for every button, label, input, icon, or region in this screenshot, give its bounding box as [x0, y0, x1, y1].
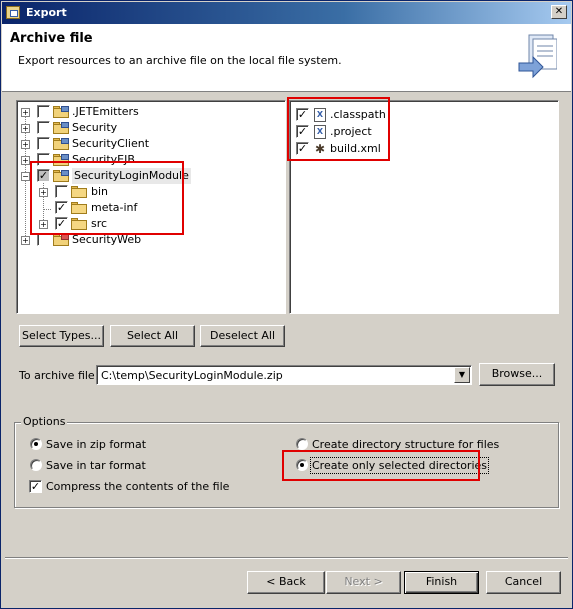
wizard-export-icon [518, 34, 557, 79]
folder-icon [71, 186, 87, 198]
xml-file-icon: X [314, 108, 326, 122]
project-folder-icon [53, 122, 69, 134]
tree-item-label: src [91, 217, 108, 230]
tree-item-label: SecurityClient [72, 137, 150, 150]
wizard-banner: Archive file Export resources to an arch… [2, 24, 571, 92]
finish-button[interactable]: Finish [404, 571, 479, 594]
file-item-label: .project [330, 125, 372, 138]
folder-icon [71, 218, 87, 230]
tree-checkbox[interactable] [55, 201, 68, 214]
deselect-all-button[interactable]: Deselect All [200, 325, 285, 347]
project-folder-icon [53, 138, 69, 150]
expand-icon[interactable]: + [39, 220, 48, 229]
zip-format-label[interactable]: Save in zip format [46, 438, 146, 451]
tree-item-bin[interactable]: + bin [17, 184, 277, 200]
directory-structure-label[interactable]: Create directory structure for files [312, 438, 499, 451]
file-checkbox[interactable] [296, 108, 309, 121]
select-types-button[interactable]: Select Types... [19, 325, 104, 347]
close-button[interactable]: ✕ [551, 5, 567, 19]
title-bar[interactable]: Export ✕ [2, 2, 571, 24]
chevron-down-icon[interactable]: ▼ [454, 367, 470, 383]
ant-file-icon: ✱ [314, 142, 326, 156]
project-folder-icon [53, 154, 69, 166]
zip-format-radio[interactable] [30, 438, 42, 450]
project-tree[interactable]: + .JETEmitters + Security + SecurityClie… [16, 100, 286, 314]
next-button: Next > [326, 571, 401, 594]
export-dialog: Export ✕ Archive file Export resources t… [0, 0, 573, 609]
file-item-label: build.xml [330, 142, 381, 155]
expand-icon[interactable]: + [21, 140, 30, 149]
tree-checkbox[interactable] [37, 233, 50, 246]
tree-checkbox[interactable] [37, 121, 50, 134]
file-item-classpath[interactable]: X .classpath [290, 107, 550, 123]
file-checkbox[interactable] [296, 125, 309, 138]
tree-checkbox[interactable] [37, 137, 50, 150]
project-folder-icon [53, 234, 69, 246]
project-folder-icon [53, 170, 69, 182]
tree-item-label: .JETEmitters [72, 105, 139, 118]
archive-file-combo[interactable]: C:\temp\SecurityLoginModule.zip ▼ [96, 365, 472, 385]
select-all-button[interactable]: Select All [110, 325, 195, 347]
file-checkbox[interactable] [296, 142, 309, 155]
tree-checkbox[interactable] [37, 153, 50, 166]
tree-item-label: SecurityLoginModule [72, 168, 191, 184]
tree-item-label: bin [91, 185, 109, 198]
compress-label[interactable]: Compress the contents of the file [46, 480, 229, 493]
archive-file-label: To archive file: [19, 369, 99, 382]
tar-format-label[interactable]: Save in tar format [46, 459, 146, 472]
tree-item-label: SecurityEJB [72, 153, 135, 166]
file-list[interactable]: X .classpath X .project ✱ build.xml [289, 100, 559, 314]
tree-item-label: Security [72, 121, 118, 134]
tree-item-securityloginmodule[interactable]: − SecurityLoginModule [17, 168, 277, 184]
collapse-icon[interactable]: − [21, 172, 30, 181]
tree-checkbox[interactable] [37, 105, 50, 118]
export-icon [6, 6, 20, 19]
selected-directories-label[interactable]: Create only selected directories [310, 457, 489, 474]
xml-file-icon: X [314, 125, 326, 139]
expand-icon[interactable]: + [21, 156, 30, 165]
file-item-project[interactable]: X .project [290, 124, 550, 140]
browse-button[interactable]: Browse... [479, 363, 555, 386]
tree-item-meta-inf[interactable]: meta-inf [17, 200, 277, 216]
tree-item-security[interactable]: + Security [17, 120, 277, 136]
expand-icon[interactable]: + [39, 188, 48, 197]
page-description: Export resources to an archive file on t… [18, 54, 342, 67]
tar-format-radio[interactable] [30, 459, 42, 471]
footer-separator [5, 557, 568, 559]
directory-structure-radio[interactable] [296, 438, 308, 450]
tree-item-securityejb[interactable]: + SecurityEJB [17, 152, 277, 168]
file-item-build-xml[interactable]: ✱ build.xml [290, 141, 550, 157]
tree-item-label: meta-inf [91, 201, 138, 214]
tree-checkbox[interactable] [55, 217, 68, 230]
tree-checkbox-partial[interactable] [37, 169, 50, 182]
tree-item-securityweb[interactable]: + SecurityWeb [17, 232, 277, 248]
tree-item-label: SecurityWeb [72, 233, 142, 246]
options-legend: Options [21, 415, 68, 428]
compress-checkbox[interactable] [29, 480, 42, 493]
selected-directories-radio[interactable] [296, 459, 308, 471]
folder-icon [71, 202, 87, 214]
expand-icon[interactable]: + [21, 108, 30, 117]
back-button[interactable]: < Back [247, 571, 325, 594]
file-item-label: .classpath [330, 108, 386, 121]
cancel-button[interactable]: Cancel [486, 571, 561, 594]
expand-icon[interactable]: + [21, 236, 30, 245]
window-title: Export [26, 6, 67, 19]
archive-file-value: C:\temp\SecurityLoginModule.zip [101, 369, 283, 382]
tree-item-jetemitters[interactable]: + .JETEmitters [17, 104, 277, 120]
tree-item-src[interactable]: + src [17, 216, 277, 232]
tree-item-securityclient[interactable]: + SecurityClient [17, 136, 277, 152]
page-title: Archive file [10, 31, 93, 46]
tree-checkbox[interactable] [55, 185, 68, 198]
expand-icon[interactable]: + [21, 124, 30, 133]
project-folder-icon [53, 106, 69, 118]
